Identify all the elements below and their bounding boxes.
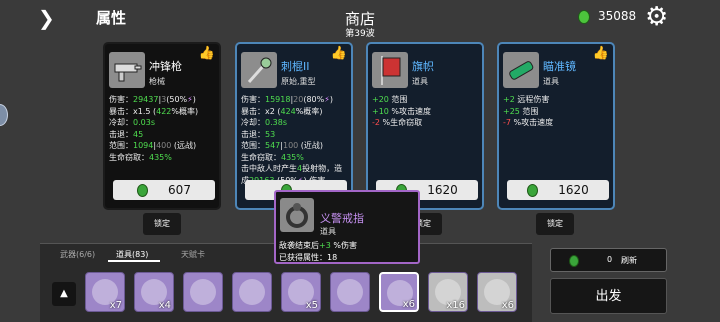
tooltip-effect: 敌袭结束后+3 %伤害 (279, 241, 357, 250)
reroll-button[interactable]: 0 刷新 (550, 248, 667, 272)
reroll-cost: 0 (607, 255, 613, 264)
card-type: 道具 (543, 77, 559, 86)
item-quantity: x6 (402, 299, 415, 310)
coin-icon (527, 184, 539, 197)
ring-icon (280, 198, 314, 232)
shop-card-scope[interactable]: 瞄准镜 道具 👍 +2 远程伤害 +25 范围 -7 %攻击速度 1620 (497, 42, 615, 210)
card-stats: 伤害：29437|3(50%⚡) 暴击：x1.5 (422%概率) 冷却：0.0… (109, 95, 199, 162)
coin-icon (569, 255, 579, 267)
tooltip-name: 义警戒指 (320, 212, 364, 225)
inventory-slot[interactable]: x6 (477, 272, 517, 312)
shop-card-spiked-club[interactable]: 刺棍II 原始,重型 👍 伤害：15918|20(80%⚡) 暴击：x2 (42… (235, 42, 353, 210)
card-name: 冲锋枪 (149, 60, 182, 73)
inventory-slot[interactable] (183, 272, 223, 312)
buy-button[interactable]: 1620 (507, 180, 609, 200)
shop-card-banner[interactable]: 旗帜 道具 +20 范围 +10 %攻击速度 -2 %生命窃取 1620 (366, 42, 484, 210)
top-bar: ❯ 属性 商店 第39波 35088 ⚙ (0, 0, 720, 40)
banner-icon (372, 52, 408, 88)
tab-talents[interactable]: 天赋卡 (181, 249, 205, 260)
tooltip-type: 道具 (320, 227, 336, 236)
thumbs-up-icon[interactable]: 👍 (331, 46, 347, 61)
item-tooltip: 义警戒指 道具 敌袭结束后+3 %伤害 已获得属性：18 (274, 190, 420, 264)
card-type: 道具 (412, 77, 428, 86)
card-type: 原始,重型 (281, 77, 316, 86)
lock-button[interactable]: 锁定 (536, 213, 574, 235)
item-quantity: x16 (446, 300, 465, 311)
thumbs-up-icon[interactable]: 👍 (199, 46, 215, 61)
gear-icon[interactable]: ⚙ (645, 2, 668, 32)
smg-icon (109, 52, 145, 88)
inventory-slot[interactable]: x6 (379, 272, 419, 312)
inventory-slot[interactable]: x16 (428, 272, 468, 312)
spiked-club-icon (241, 52, 277, 88)
item-quantity: x5 (305, 300, 318, 311)
tab-weapons[interactable]: 武器(6/6) (60, 249, 95, 260)
lock-button[interactable]: 锁定 (143, 213, 181, 235)
card-name: 瞄准镜 (543, 60, 576, 73)
card-stats: +20 范围 +10 %攻击速度 -2 %生命窃取 (372, 95, 432, 127)
card-name: 旗帜 (412, 60, 434, 73)
tab-indicator (108, 260, 160, 262)
reroll-label: 刷新 (621, 256, 637, 265)
thumbs-up-icon[interactable]: 👍 (593, 46, 609, 61)
card-stats: +2 远程伤害 +25 范围 -7 %攻击速度 (503, 95, 554, 127)
side-drawer-handle[interactable] (0, 104, 8, 126)
tooltip-acquired: 已获得属性：18 (279, 253, 338, 262)
item-quantity: x6 (501, 300, 514, 311)
shop-card-smg[interactable]: 冲锋枪 枪械 👍 伤害：29437|3(50%⚡) 暴击：x1.5 (422%概… (103, 42, 221, 210)
card-type: 枪械 (149, 77, 165, 86)
go-button[interactable]: 出发 (550, 278, 667, 314)
inventory-slot[interactable]: x5 (281, 272, 321, 312)
inventory-slot[interactable] (232, 272, 272, 312)
tab-items[interactable]: 道具(83) (116, 249, 148, 260)
scroll-up-button[interactable]: ▲ (52, 282, 76, 306)
coin-count: 35088 (598, 9, 637, 23)
card-name: 刺棍II (281, 60, 310, 73)
coin-icon (578, 10, 590, 24)
item-icon (239, 279, 265, 305)
card-stats: 伤害：15918|20(80%⚡) 暴击：x2 (424%概率) 冷却：0.38… (241, 95, 343, 185)
inventory-slot[interactable]: x4 (134, 272, 174, 312)
buy-button[interactable]: 607 (113, 180, 215, 200)
wave-label: 第39波 (345, 29, 375, 39)
item-icon (337, 279, 363, 305)
item-quantity: x4 (158, 300, 171, 311)
item-quantity: x7 (109, 300, 122, 311)
item-icon (190, 279, 216, 305)
inventory-slot[interactable]: x7 (85, 272, 125, 312)
scope-icon (503, 52, 539, 88)
coin-icon (137, 184, 149, 197)
inventory-slot[interactable] (330, 272, 370, 312)
